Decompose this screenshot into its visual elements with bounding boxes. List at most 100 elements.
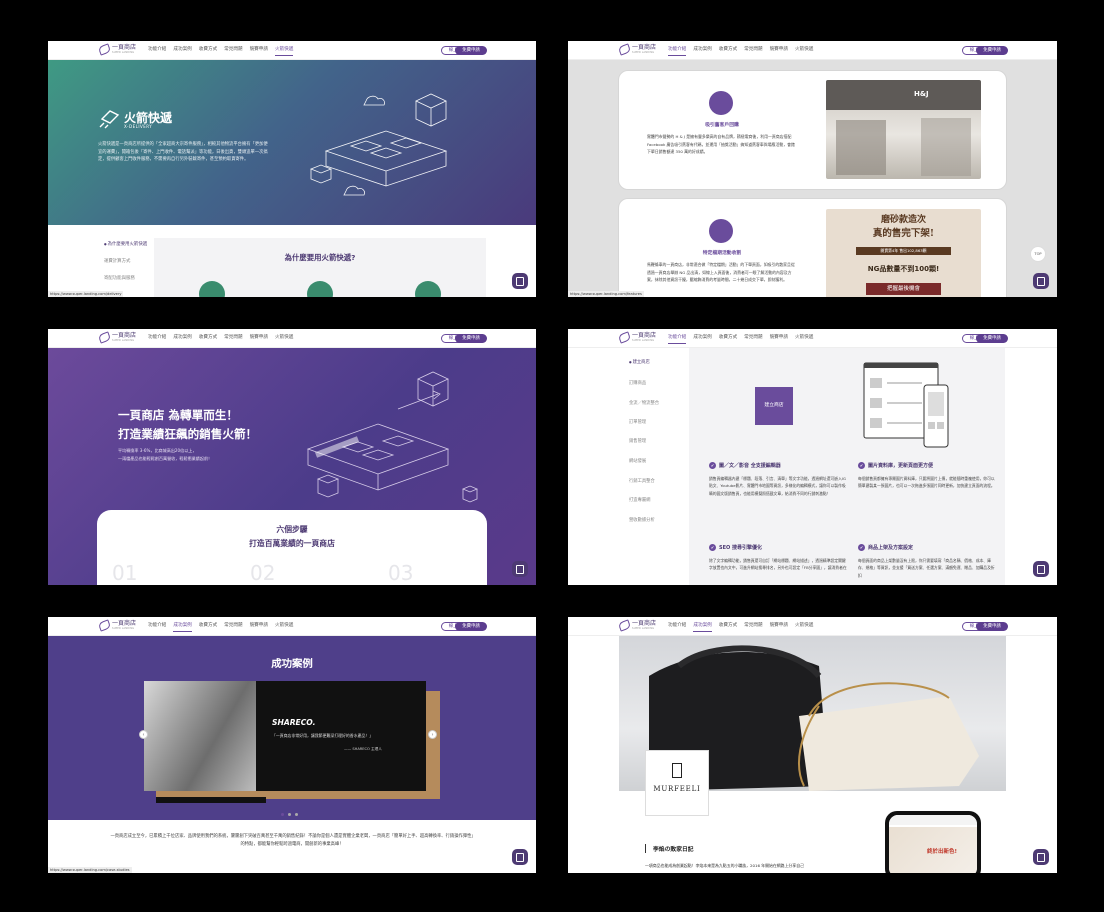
menu-faq[interactable]: 常見問題 (224, 335, 242, 343)
menu-cases[interactable]: 成功案例 (693, 623, 712, 632)
logo-icon (97, 331, 112, 344)
menu-pricing[interactable]: 收費方式 (199, 47, 217, 56)
site-logo[interactable]: 一頁商店 SUPER LANDING (617, 43, 656, 56)
chat-icon[interactable] (1033, 273, 1049, 289)
store-photo: H&J (826, 80, 981, 179)
side-item[interactable]: 營收數據分析 (629, 517, 655, 523)
devices-illustration (863, 362, 949, 448)
menu-cases[interactable]: 成功案例 (173, 623, 192, 632)
site-logo[interactable]: 一頁商店 SUPER LANDING (617, 619, 656, 632)
menu-pricing[interactable]: 收費方式 (719, 47, 737, 56)
menu-faq[interactable]: 常見問題 (224, 47, 242, 56)
toc-fee[interactable]: 運費計算方式 (104, 258, 147, 264)
slide-dot[interactable] (281, 813, 284, 816)
case-card-campaign: 特定檔期活動收割 馬鞭條車的一頁商店，非常適合做「特定檔期」活動」的下單頁面，如… (618, 198, 1007, 297)
menu-pricing[interactable]: 收費方式 (199, 623, 217, 632)
menu-features[interactable]: 功能介紹 (668, 335, 687, 344)
case-title: 李焰の敗家日記 (645, 844, 694, 853)
toc-service[interactable]: 寄配功能與服務 (104, 275, 147, 281)
menu-pricing[interactable]: 收費方式 (199, 335, 217, 343)
side-item[interactable]: 網站發展 (629, 458, 646, 464)
chat-icon[interactable] (1033, 849, 1049, 865)
menu-features[interactable]: 功能介紹 (148, 335, 166, 343)
feature-sidebar: 建立商店 訂購商品 金流／物流整合 訂單管理 銷售管理 網站發展 行銷工具整合 … (568, 348, 689, 585)
menu-delivery[interactable]: 火箭快遞 (275, 335, 293, 343)
menu-features[interactable]: 功能介紹 (148, 47, 166, 56)
step-number: 01 (112, 561, 138, 585)
menu-contest[interactable]: 競賽申請 (250, 623, 268, 632)
menu-delivery[interactable]: 火箭快遞 (274, 47, 294, 56)
site-logo[interactable]: 一頁商店 SUPER LANDING (97, 331, 136, 344)
step-number: 02 (250, 561, 276, 585)
feature-body: 每個銷售頁都擁有專屬圖片資料庫，只要將圖片上傳，就能隨時重複使用，你可以簡單建製… (858, 476, 995, 489)
menu-delivery[interactable]: 火箭快遞 (275, 623, 293, 632)
menu-delivery[interactable]: 火箭快遞 (795, 335, 813, 344)
six-steps-subtitle: 打造百萬業績的一頁商店 (249, 539, 335, 548)
slide-dot[interactable] (295, 813, 298, 816)
side-item[interactable]: 訂購商品 (629, 380, 646, 386)
back-to-top-button[interactable]: TOP (1030, 246, 1046, 262)
menu-contest[interactable]: 競賽申請 (770, 623, 788, 632)
toc-why[interactable]: 為什麼要用火箭快遞 (104, 241, 148, 247)
checkmark-badge-icon (709, 219, 733, 243)
chat-icon[interactable] (512, 273, 528, 289)
ad-banner: 磨砂款造次 真的售完下架! 開賣第4年 售出102,863顆 NG品數量不到10… (826, 209, 981, 297)
slide-dot[interactable] (288, 813, 291, 816)
menu-cases[interactable]: 成功案例 (693, 335, 711, 344)
menu-contest[interactable]: 競賽申請 (250, 47, 268, 56)
menu-pricing[interactable]: 收費方式 (719, 335, 737, 344)
side-item[interactable]: 銷售管理 (629, 438, 646, 444)
menu-faq[interactable]: 常見問題 (744, 335, 762, 344)
feature-body: 除了文字編輯功能，銷售頁還可自訂「網站標題、網站描述」，透過精準設定關鍵字放置也… (709, 558, 847, 571)
free-signup-button[interactable]: 免費申請 (455, 46, 487, 55)
feature-main: 建立商店 圖／文／影音 全支援編輯器 銷售頁編輯器內建「標題、段落、引言、清單」… (689, 348, 1005, 585)
menu-features[interactable]: 功能介紹 (668, 47, 687, 56)
menu-contest[interactable]: 競賽申請 (770, 335, 788, 344)
logo-sub: SUPER LANDING (632, 51, 655, 54)
ad-line2: 真的售完下架! (872, 228, 935, 239)
menu-features[interactable]: 功能介紹 (148, 623, 166, 632)
menu-faq[interactable]: 常見問題 (744, 623, 762, 632)
chat-icon[interactable] (1033, 561, 1049, 577)
slide-photo (144, 681, 256, 791)
case-card-body: 實體門市聲勢的 H & J 是擁有豐多樂高的自有品牌，積極電商後，利用一頁商店搭… (647, 134, 795, 155)
chat-icon[interactable] (512, 849, 528, 865)
chat-icon[interactable] (512, 561, 528, 577)
site-logo[interactable]: 一頁商店 SUPER LANDING (617, 331, 656, 344)
free-signup-button[interactable]: 免費申請 (976, 622, 1008, 631)
side-item[interactable]: 打造專屬網 (629, 497, 650, 503)
logo-icon (97, 43, 112, 56)
menu-contest[interactable]: 競賽申請 (250, 335, 268, 343)
menu-contest[interactable]: 競賽申請 (770, 47, 788, 56)
prev-arrow-icon[interactable]: ‹ (139, 730, 148, 739)
menu-faq[interactable]: 常見問題 (744, 47, 762, 56)
side-item-create-store[interactable]: 建立商店 (629, 359, 650, 365)
free-signup-button[interactable]: 免費申請 (976, 46, 1008, 55)
menu-features[interactable]: 功能介紹 (668, 623, 686, 632)
site-logo[interactable]: 一頁商店 SUPER LANDING (97, 43, 136, 56)
next-arrow-icon[interactable]: › (428, 730, 437, 739)
logo-icon (617, 619, 632, 632)
screenshot-home-hero: 一頁商店 SUPER LANDING 功能介紹 成功案例 收費方式 常見問題 競賽… (48, 329, 536, 585)
menu-pricing[interactable]: 收費方式 (719, 623, 737, 632)
delivery-toc: 為什麼要用火箭快遞 運費計算方式 寄配功能與服務 (104, 241, 147, 292)
side-item[interactable]: 訂單管理 (629, 419, 646, 425)
side-item[interactable]: 金流／物流整合 (629, 400, 659, 406)
menu-cases[interactable]: 成功案例 (173, 47, 191, 56)
feature-image-library: 圖片資料庫，更新頁面更方便 每個銷售頁都擁有專屬圖片資料庫，只要將圖片上傳，就能… (858, 462, 998, 490)
menu-delivery[interactable]: 火箭快遞 (795, 623, 813, 632)
site-logo[interactable]: 一頁商店 SUPER LANDING (97, 619, 136, 632)
free-signup-button[interactable]: 免費申請 (455, 334, 487, 343)
free-signup-button[interactable]: 免費申請 (455, 622, 487, 631)
side-item[interactable]: 行銷工具整合 (629, 478, 655, 484)
menu-cases[interactable]: 成功案例 (693, 47, 711, 56)
free-signup-button[interactable]: 免費申請 (976, 334, 1008, 343)
six-steps-card: 六個步驟 打造百萬業績的一頁商店 (97, 510, 487, 585)
menu-cases[interactable]: 成功案例 (173, 335, 191, 343)
menu-faq[interactable]: 常見問題 (224, 623, 242, 632)
main-menu: 功能介紹 成功案例 收費方式 常見問題 競賽申請 火箭快遞 (148, 47, 294, 56)
main-menu: 功能介紹 成功案例 收費方式 常見問題 競賽申請 火箭快遞 (668, 335, 813, 344)
case-card-title: 特定檔期活動收割 (702, 251, 742, 256)
menu-delivery[interactable]: 火箭快遞 (795, 47, 813, 56)
logo-sub: SUPER LANDING (112, 627, 135, 630)
